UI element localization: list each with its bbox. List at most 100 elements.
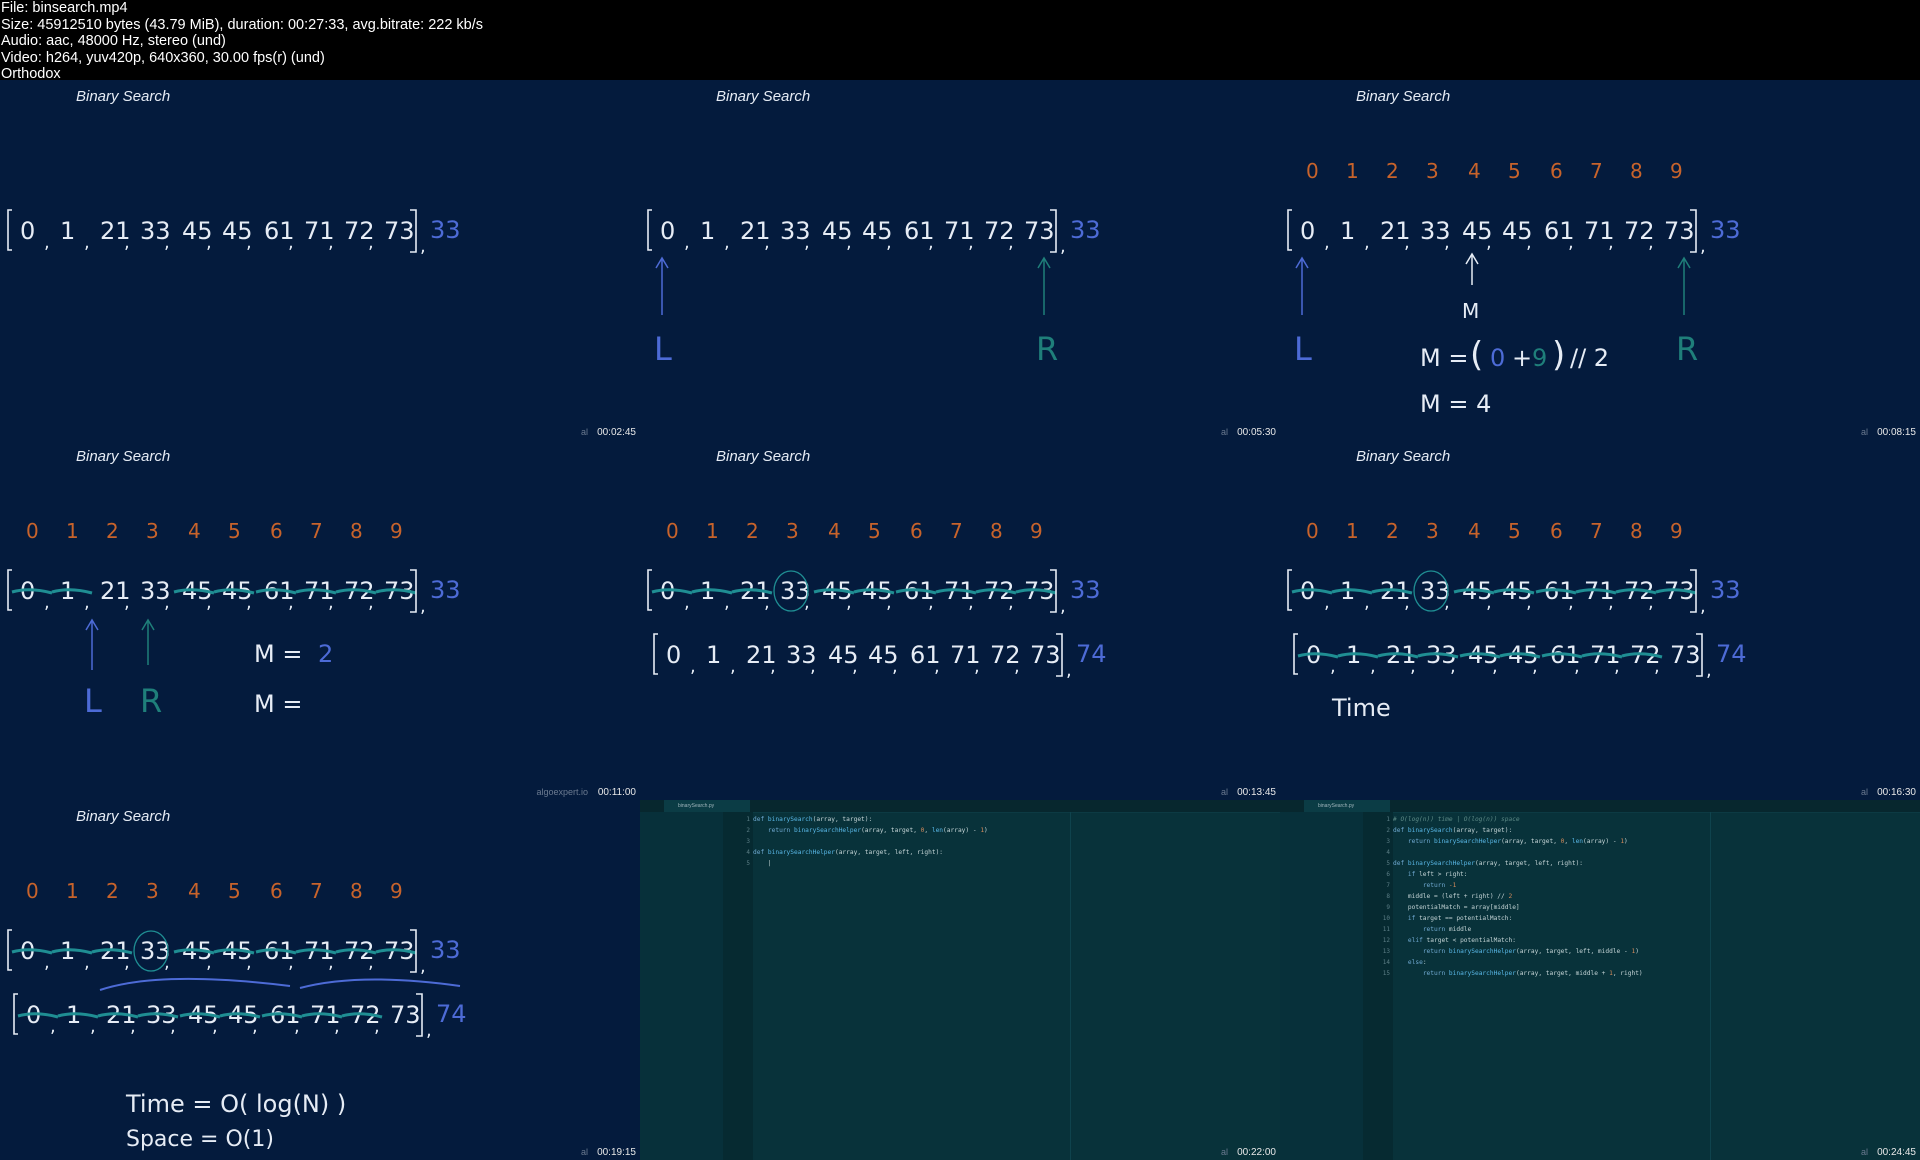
svg-text:,: , bbox=[84, 952, 90, 973]
target-value: 33 bbox=[430, 216, 461, 244]
svg-text:,: , bbox=[1614, 656, 1620, 677]
svg-text:,: , bbox=[690, 656, 696, 677]
array-element: 1 bbox=[1340, 217, 1355, 245]
code-area[interactable]: def binarySearch(array, target): return … bbox=[753, 814, 1280, 1144]
array-row: 0, 1, 21, 33, 45, 45, 61, 71, 72, 73,33 bbox=[1287, 209, 1741, 257]
index-label: 9 bbox=[1670, 159, 1683, 183]
svg-text:,: , bbox=[1066, 660, 1072, 681]
svg-text:,: , bbox=[1410, 656, 1416, 677]
array-element: 0 bbox=[666, 641, 681, 669]
svg-text:,: , bbox=[420, 956, 426, 977]
svg-text:,: , bbox=[212, 1016, 218, 1037]
file-tab[interactable]: binarySearch.py bbox=[1304, 800, 1390, 812]
line-numbers: 1 2 3 4 5 bbox=[746, 816, 750, 867]
index-label: 0 bbox=[26, 879, 39, 903]
svg-text:,: , bbox=[804, 232, 810, 253]
svg-text:,: , bbox=[246, 232, 252, 253]
array-row-2: 0, 1, 21, 33, 45, 45, 61, 71, 72, 73,74 bbox=[1293, 633, 1747, 681]
array-element: 73 bbox=[1030, 641, 1061, 669]
svg-text:,: , bbox=[374, 1016, 380, 1037]
index-label: 5 bbox=[868, 519, 881, 543]
svg-text:,: , bbox=[1706, 660, 1712, 681]
svg-text:,: , bbox=[1008, 592, 1014, 613]
target-value: 33 bbox=[1070, 576, 1101, 604]
svg-text:,: , bbox=[288, 232, 294, 253]
m-eq-a-value: 2 bbox=[318, 640, 333, 668]
index-label: 7 bbox=[310, 519, 323, 543]
svg-text:,: , bbox=[1330, 656, 1336, 677]
left-bracket bbox=[13, 993, 18, 1035]
target-value: 33 bbox=[1710, 216, 1741, 244]
svg-text:,: , bbox=[50, 1016, 56, 1037]
index-label: 3 bbox=[1426, 159, 1439, 183]
svg-text:,: , bbox=[1568, 592, 1574, 613]
svg-text:,: , bbox=[206, 232, 212, 253]
svg-text:,: , bbox=[1526, 232, 1532, 253]
svg-text:,: , bbox=[1370, 656, 1376, 677]
file-tab[interactable]: binarySearch.py bbox=[664, 800, 750, 812]
index-label: 4 bbox=[1468, 159, 1481, 183]
array-row: 0, 1, 21, 33, 45, 45, 61, 71, 72, 73,33 bbox=[7, 569, 461, 617]
index-label: 6 bbox=[1550, 159, 1563, 183]
thumbnail-3[interactable]: Binary Search 0123456789 0, 1, 21, 33, 45, 45… bbox=[1280, 80, 1920, 440]
svg-text:,: , bbox=[1060, 596, 1066, 617]
thumbnail-5[interactable]: Binary Search 0123456789 0, 1, 21, 33, 45, 45… bbox=[640, 440, 1280, 800]
watermark: al bbox=[1860, 787, 1868, 797]
index-label: 9 bbox=[1670, 519, 1683, 543]
thumbnail-9-code-editor[interactable]: binarySearch.py 1 2 3 4 5 6 7 8 9 10 11 … bbox=[1280, 800, 1920, 1160]
thumbnail-4[interactable]: Binary Search 0123456789 0, 1, 21, 33, 45, 45… bbox=[0, 440, 640, 800]
svg-text:,: , bbox=[892, 656, 898, 677]
index-label: 0 bbox=[1306, 159, 1319, 183]
left-bracket bbox=[653, 633, 658, 675]
thumbnail-1[interactable]: Binary Search 0, 1, 21, 33, 45, 45, 61, 71, 72, 7… bbox=[0, 80, 640, 440]
thumbnail-2[interactable]: Binary Search 0, 1, 21, 33, 45, 45, 61, 71, 72, 7… bbox=[640, 80, 1280, 440]
target-value: 33 bbox=[1710, 576, 1741, 604]
svg-text:,: , bbox=[968, 592, 974, 613]
svg-text:,: , bbox=[724, 232, 730, 253]
index-label: 4 bbox=[188, 519, 201, 543]
whiteboard-canvas: 0123456789 0, 1, 21, 33, 45, 45, 61, 71, 72, 73,3… bbox=[1287, 159, 1741, 418]
svg-text:,: , bbox=[164, 592, 170, 613]
whiteboard-canvas: 0123456789 0, 1, 21, 33, 45, 45, 61, 71, 72, 73,3… bbox=[1287, 519, 1747, 722]
timestamp: 00:08:15 bbox=[1877, 427, 1916, 438]
thumbnail-6[interactable]: Binary Search 0123456789 0, 1, 21, 33, 45, 45… bbox=[1280, 440, 1920, 800]
svg-text:,: , bbox=[328, 952, 334, 973]
timestamp: 00:24:45 bbox=[1877, 1147, 1916, 1158]
index-label: 8 bbox=[990, 519, 1003, 543]
svg-text:,: , bbox=[164, 232, 170, 253]
index-label: 1 bbox=[1346, 159, 1359, 183]
array-element: 1 bbox=[706, 641, 721, 669]
editor-sidebar bbox=[640, 812, 723, 1160]
svg-text:,: , bbox=[368, 592, 374, 613]
svg-text:,: , bbox=[1450, 656, 1456, 677]
svg-text:,: , bbox=[246, 952, 252, 973]
svg-text:,: , bbox=[426, 1020, 432, 1041]
thumbnail-7[interactable]: Binary Search 0123456789 0, 1, 21, 33, 45, 45… bbox=[0, 800, 640, 1160]
watermark: al bbox=[1860, 427, 1868, 437]
svg-text:,: , bbox=[724, 592, 730, 613]
array-element: 0 bbox=[20, 217, 35, 245]
array-row: 0, 1, 21, 33, 45, 45, 61, 71, 72, 73,33 bbox=[1287, 569, 1741, 617]
svg-text:,: , bbox=[928, 592, 934, 613]
index-label: 3 bbox=[786, 519, 799, 543]
watermark: al bbox=[580, 1147, 588, 1157]
svg-text:,: , bbox=[124, 232, 130, 253]
svg-text:,: , bbox=[44, 232, 50, 253]
space-complexity: Space = O(1) bbox=[126, 1127, 274, 1152]
index-label: 2 bbox=[106, 879, 119, 903]
svg-text:,: , bbox=[846, 592, 852, 613]
right-label: R bbox=[1036, 330, 1058, 368]
watermark: algoexpert.io bbox=[536, 787, 588, 797]
svg-text:,: , bbox=[764, 592, 770, 613]
left-bracket bbox=[7, 209, 12, 251]
code-area[interactable]: # O(log(n)) time | O(log(n)) space def b… bbox=[1393, 814, 1920, 1144]
array-element: 0 bbox=[1300, 217, 1315, 245]
thumbnail-8-code-editor[interactable]: binarySearch.py 1 2 3 4 5 def binarySear… bbox=[640, 800, 1280, 1160]
index-label: 1 bbox=[1346, 519, 1359, 543]
array-element: 73 bbox=[1664, 217, 1695, 245]
m-eq-a: M = bbox=[254, 640, 302, 668]
svg-text:,: , bbox=[1648, 592, 1654, 613]
index-label: 2 bbox=[1386, 159, 1399, 183]
index-label: 7 bbox=[310, 879, 323, 903]
left-bracket bbox=[647, 209, 652, 251]
